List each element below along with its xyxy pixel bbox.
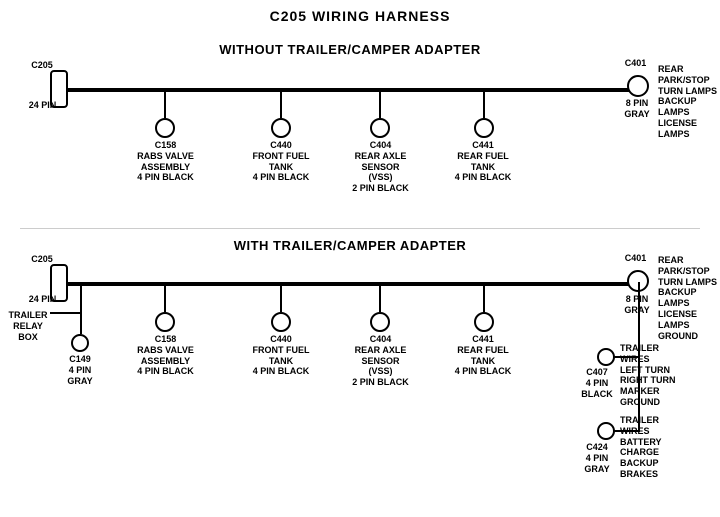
c440-circle-s2 [271,312,291,332]
section1-title: WITHOUT TRAILER/CAMPER ADAPTER [130,42,570,57]
c158-circle-s2 [155,312,175,332]
c440-label-s2: C440FRONT FUELTANK4 PIN BLACK [250,334,312,377]
c440-circle-s1 [271,118,291,138]
c424-circle [597,422,615,440]
main-hline-s1 [62,88,642,92]
main-hline-s2 [62,282,642,286]
c158-vline-s2 [164,282,166,312]
c424-label: C4244 PINGRAY [576,442,618,474]
c401-label-s1: C401 [618,58,653,69]
c404-label-s1: C404REAR AXLESENSOR(VSS)2 PIN BLACK [348,140,413,194]
c401-pin-s2: 8 PINGRAY [616,294,658,316]
c205-pin-s2: 24 PIN [20,294,65,305]
c401-pin-s1: 8 PINGRAY [616,98,658,120]
c401-label-s2: C401 [618,253,653,264]
c441-vline-s1 [483,88,485,118]
c441-circle-s2 [474,312,494,332]
branch-vline-c407-c424 [638,356,640,432]
c149-label: C1494 PIN GRAY [55,354,105,386]
c401-circle-s1 [627,75,649,97]
c404-circle-s1 [370,118,390,138]
branch-c401 [638,282,640,284]
c407-right-labels: TRAILER WIRESLEFT TURNRIGHT TURNMARKERGR… [620,343,690,408]
c424-right-labels: TRAILER WIRESBATTERY CHARGEBACKUPBRAKES [620,415,690,480]
c205-pin-s1: 24 PIN [20,100,65,111]
c158-vline-s1 [164,88,166,118]
section2-title: WITH TRAILER/CAMPER ADAPTER [130,238,570,253]
c401-right-labels-s2: REAR PARK/STOPTURN LAMPSBACKUP LAMPSLICE… [658,255,720,341]
c407-label: C4074 PINBLACK [576,367,618,399]
c440-vline-s1 [280,88,282,118]
c404-vline-s2 [379,282,381,312]
c158-label-s1: C158RABS VALVEASSEMBLY4 PIN BLACK [133,140,198,183]
c440-vline-s2 [280,282,282,312]
c158-label-s2: C158RABS VALVEASSEMBLY4 PIN BLACK [133,334,198,377]
diagram-area: C205 WIRING HARNESS WITHOUT TRAILER/CAMP… [0,0,720,490]
section-divider [20,228,700,229]
c404-label-s2: C404REAR AXLESENSOR(VSS)2 PIN BLACK [348,334,413,388]
trailer-relay-label: TRAILERRELAYBOX [2,310,54,342]
c158-circle-s1 [155,118,175,138]
relay-vline [80,282,82,312]
c205-label-s2: C205 [22,254,62,265]
c149-vline [80,314,82,334]
c440-label-s1: C440FRONT FUELTANK4 PIN BLACK [250,140,312,183]
c441-label-s2: C441REAR FUELTANK4 PIN BLACK [452,334,514,377]
c401-right-labels-s1: REAR PARK/STOPTURN LAMPSBACKUP LAMPSLICE… [658,64,720,140]
c205-label-s1: C205 [22,60,62,71]
c404-circle-s2 [370,312,390,332]
c441-vline-s2 [483,282,485,312]
c407-circle [597,348,615,366]
relay-hline [50,312,82,314]
c441-circle-s1 [474,118,494,138]
c404-vline-s1 [379,88,381,118]
page-title: C205 WIRING HARNESS [0,0,720,24]
c149-circle [71,334,89,352]
c441-label-s1: C441REAR FUELTANK4 PIN BLACK [452,140,514,183]
